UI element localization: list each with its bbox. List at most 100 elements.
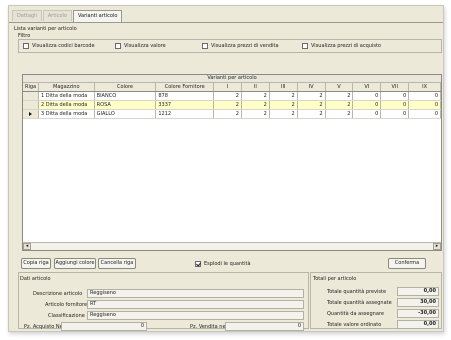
table-cell[interactable]: 1 Ditta della moda (39, 92, 95, 100)
total-value: -30,00 (397, 309, 439, 318)
table-cell[interactable]: ROSA (95, 101, 157, 109)
table-cell[interactable]: 0 (353, 92, 382, 100)
filter-group: Visualizza codici barcode Visualizza val… (18, 39, 442, 53)
table-cell[interactable]: 2 Ditta della moda (39, 101, 95, 109)
filter-option-label: Visualizza prezzi di acquisto (311, 43, 381, 49)
table-cell[interactable]: BIANCO (95, 92, 157, 100)
column-header[interactable]: Riga (23, 83, 39, 91)
table-cell[interactable]: 2 (326, 110, 354, 118)
description-field[interactable]: Reggiseno (87, 289, 304, 298)
table-cell[interactable]: GIALLO (95, 110, 157, 118)
current-row-arrow-icon (28, 112, 32, 116)
column-header[interactable]: IV (298, 83, 326, 91)
grid-title: Varianti per articolo (23, 75, 441, 83)
table-cell[interactable]: 0 (409, 101, 442, 109)
checkbox[interactable] (302, 43, 308, 49)
filter-option-barcode[interactable]: Visualizza codici barcode (23, 43, 95, 49)
column-header[interactable]: Colore Fornitore (156, 83, 215, 91)
description-label: Descrizione articolo (33, 291, 83, 297)
table-cell[interactable]: 0 (381, 110, 410, 118)
tab-bar: Dettagli Articolo Varianti articolo (12, 10, 123, 22)
filter-option-label: Visualizza codici barcode (32, 43, 95, 49)
tab-divider (9, 22, 443, 23)
supplier-article-label: Articolo fornitore (45, 302, 88, 308)
tab-dettagli[interactable]: Dettagli (12, 10, 42, 21)
table-cell[interactable]: 0 (381, 101, 410, 109)
column-header[interactable]: VII (381, 83, 410, 91)
row-indicator[interactable] (23, 101, 39, 109)
variants-grid[interactable]: Varianti per articolo Riga Magazzino Color… (22, 74, 442, 251)
table-row[interactable]: 3 Ditta della moda GIALLO 1212 2 2 2 2 2 0 0 0 (23, 110, 442, 119)
column-header[interactable]: VI (353, 83, 382, 91)
column-header[interactable]: Colore (95, 83, 157, 91)
table-cell[interactable]: 0 (353, 101, 382, 109)
table-cell[interactable]: 2 (298, 92, 326, 100)
tab-varianti-articolo[interactable]: Varianti articolo (72, 10, 123, 22)
column-header[interactable]: V (326, 83, 354, 91)
purchase-price-field[interactable]: 0 (61, 322, 147, 331)
delete-row-button[interactable]: Cancella riga (98, 258, 136, 269)
supplier-article-field[interactable]: RT (87, 300, 304, 309)
totals-group: Totali per articolo Totale quantità prev… (310, 272, 442, 329)
article-data-label: Dati articolo (20, 276, 51, 282)
table-cell[interactable]: 3337 (156, 101, 215, 109)
horizontal-scrollbar[interactable]: ◂ ▸ (23, 242, 441, 250)
table-cell[interactable]: 0 (409, 110, 442, 118)
tab-articolo[interactable]: Articolo (42, 10, 72, 21)
table-cell[interactable]: 2 (326, 101, 354, 109)
table-cell[interactable]: 2 (298, 110, 326, 118)
table-cell[interactable]: 0 (381, 92, 410, 100)
explode-quantities-label: Esplodi le quantità (204, 261, 251, 267)
classification-label: Classificazione (48, 313, 85, 319)
add-color-button[interactable]: Aggiungi colore (54, 258, 96, 269)
table-cell[interactable]: 0 (353, 110, 382, 118)
total-label: Totale quantità assegnate (327, 300, 392, 306)
table-cell[interactable]: 878 (156, 92, 215, 100)
checkbox-checked[interactable] (195, 261, 201, 267)
table-cell[interactable]: 1212 (156, 110, 215, 118)
table-cell[interactable]: 2 (242, 101, 270, 109)
table-cell[interactable]: 2 (242, 110, 270, 118)
checkbox[interactable] (115, 43, 121, 49)
explode-quantities-option[interactable]: Esplodi le quantità (195, 261, 251, 267)
table-cell[interactable]: 2 (242, 92, 270, 100)
table-cell[interactable]: 2 (298, 101, 326, 109)
checkbox[interactable] (23, 43, 29, 49)
sale-price-field[interactable]: 0 (225, 322, 304, 331)
classification-field[interactable]: Reggiseno (87, 311, 304, 320)
table-cell[interactable]: 2 (270, 110, 298, 118)
copy-row-button[interactable]: Copia riga (21, 258, 51, 269)
filter-option-prezzi-acquisto[interactable]: Visualizza prezzi di acquisto (302, 43, 381, 49)
column-header[interactable]: II (242, 83, 270, 91)
column-header[interactable]: I (214, 83, 242, 91)
table-row[interactable]: 2 Ditta della moda ROSA 3337 2 2 2 2 2 0 0 0 (23, 101, 442, 110)
table-cell[interactable]: 2 (270, 92, 298, 100)
table-cell[interactable]: 2 (214, 101, 242, 109)
window: Dettagli Articolo Varianti articolo List… (8, 5, 444, 332)
scroll-left-icon[interactable]: ◂ (23, 243, 31, 250)
checkbox[interactable] (202, 43, 208, 49)
filter-option-label: Visualizza prezzi di vendita (211, 43, 279, 49)
table-cell[interactable]: 3 Ditta della moda (39, 110, 95, 118)
filter-option-prezzi-vendita[interactable]: Visualizza prezzi di vendita (202, 43, 279, 49)
table-cell[interactable]: 2 (214, 92, 242, 100)
total-label: Totale quantità previste (327, 289, 387, 295)
total-value: 0,00 (397, 287, 439, 296)
confirm-button[interactable]: Conferma (388, 258, 426, 269)
table-cell[interactable]: 0 (409, 92, 442, 100)
column-header[interactable]: IX (409, 83, 442, 91)
filter-option-valore[interactable]: Visualizza valore (115, 43, 166, 49)
total-value: 0,00 (397, 320, 439, 329)
table-cell[interactable]: 2 (214, 110, 242, 118)
table-row[interactable]: 1 Ditta della moda BIANCO 878 2 2 2 2 2 0 0 0 (23, 92, 442, 101)
column-header[interactable]: III (270, 83, 298, 91)
table-cell[interactable]: 2 (326, 92, 354, 100)
table-cell[interactable]: 2 (270, 101, 298, 109)
row-indicator[interactable] (23, 110, 39, 118)
row-indicator[interactable] (23, 92, 39, 100)
scroll-right-icon[interactable]: ▸ (433, 243, 441, 250)
article-data-group: Dati articolo Descrizione articolo Reggi… (18, 272, 309, 331)
total-label: Quantità da assegnare (327, 311, 384, 317)
total-label: Totale valore ordinato (327, 322, 382, 328)
column-header[interactable]: Magazzino (39, 83, 95, 91)
